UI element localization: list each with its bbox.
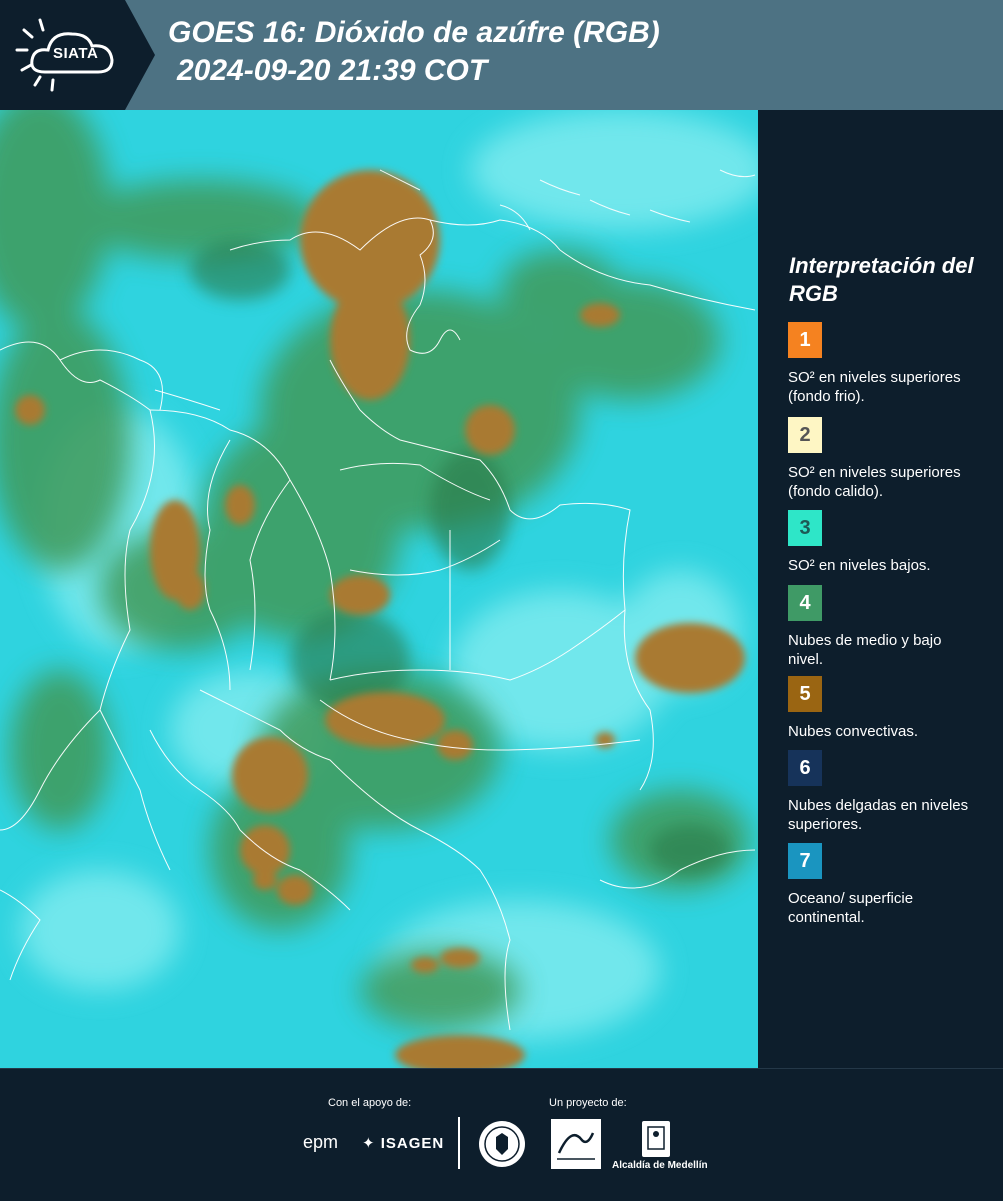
legend-swatch: 3 [788,510,822,546]
timestamp: 2024-09-20 21:39 COT [177,54,488,87]
legend-swatch: 6 [788,750,822,786]
support-label: Con el apoyo de: [328,1097,412,1109]
legend-number: 6 [799,756,811,779]
legend-label: Nubes convectivas. [788,723,919,740]
epm-logo[interactable]: epm [303,1132,338,1153]
legend-item: 3 SO² en niveles bajos. [788,510,998,575]
isagen-symbol-icon: ✦ [362,1135,376,1152]
legend-title: Interpretación del RGB [789,253,974,306]
isagen-logo[interactable]: ✦ ISAGEN [362,1134,444,1152]
legend-label: Nubes delgadas en niveles superiores. [788,797,969,833]
header-bar: SIATA GOES 16: Dióxido de azúfre (RGB) 2… [0,0,1003,110]
legend-number: 3 [799,516,811,539]
legend-item: 7 Oceano/ superficie continental. [788,843,998,927]
legend-label: Nubes de medio y bajo nivel. [788,632,942,668]
legend-label: Oceano/ superficie continental. [788,890,914,926]
isagen-name: ISAGEN [380,1135,445,1152]
legend-number: 2 [799,423,811,446]
legend-item: 2 SO² en niveles superiores (fondo calid… [788,417,998,501]
legend-swatch: 5 [788,676,822,712]
legend-number: 7 [799,849,811,872]
legend-item: 6 Nubes delgadas en niveles superiores. [788,750,998,834]
legend-label: SO² en niveles bajos. [788,557,931,574]
siata-logo[interactable]: SIATA [0,0,155,110]
legend-label: SO² en niveles superiores (fondo frio). [788,369,961,405]
legend-swatch: 2 [788,417,822,453]
page-title: GOES 16: Dióxido de azúfre (RGB) [168,16,660,49]
legend-number: 4 [799,591,811,614]
legend-number: 1 [799,328,811,351]
project-label: Un proyecto de: [549,1097,627,1109]
footer-divider [458,1117,460,1169]
legend-item: 4 Nubes de medio y bajo nivel. [788,585,998,669]
legend-number: 5 [799,682,811,705]
footer: Con el apoyo de: Un proyecto de: epm ✦ I… [0,1068,1003,1201]
satellite-map[interactable] [0,110,758,1070]
area-metropolitana-logo-icon[interactable] [551,1119,601,1169]
legend-item: 1 SO² en niveles superiores (fondo frio)… [788,322,998,406]
alcaldia-label: Alcaldía de Medellín [612,1160,708,1171]
legend-label: SO² en niveles superiores (fondo calido)… [788,464,961,500]
legend-swatch: 1 [788,322,822,358]
satellite-image [0,110,758,1070]
university-seal-icon[interactable] [477,1119,527,1169]
legend-swatch: 7 [788,843,822,879]
legend-item: 5 Nubes convectivas. [788,676,998,741]
brand-name: SIATA [53,45,99,62]
legend-panel: Interpretación del RGB 1 SO² en niveles … [758,110,1003,1068]
alcaldia-shield-icon[interactable] [640,1119,672,1159]
legend-swatch: 4 [788,585,822,621]
